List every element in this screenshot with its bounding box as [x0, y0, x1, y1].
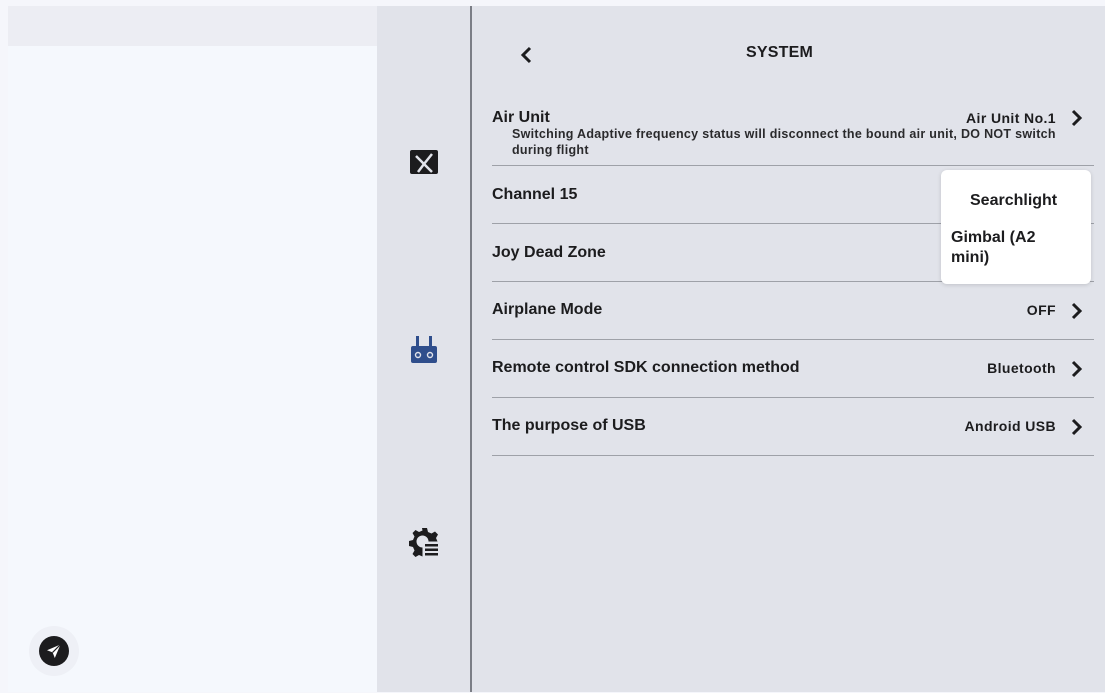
chevron-right-icon [1070, 108, 1084, 128]
channel-function-dropdown: Searchlight Gimbal (A2 mini) [941, 170, 1091, 284]
left-top-bar [8, 6, 377, 46]
airplane-mode-value: OFF [1026, 302, 1056, 318]
rail-item-remote-controller[interactable] [406, 332, 442, 368]
joy-dead-zone-label: Joy Dead Zone [492, 244, 606, 261]
left-pane [8, 6, 377, 692]
channel-label: Channel 15 [492, 186, 578, 203]
rail-item-air-unit[interactable] [406, 144, 442, 180]
page-title: SYSTEM [746, 44, 813, 61]
air-unit-value: Air Unit No.1 [966, 110, 1056, 126]
dropdown-option-searchlight[interactable]: Searchlight [970, 191, 1057, 211]
chevron-right-icon [1070, 359, 1084, 379]
airplane-mode-label: Airplane Mode [492, 301, 603, 318]
gear-list-icon [409, 528, 438, 557]
header: SYSTEM [472, 40, 1105, 76]
sdk-connection-label: Remote control SDK connection method [492, 359, 800, 376]
paper-plane-icon [39, 636, 69, 666]
air-unit-description: Switching Adaptive frequency status will… [512, 127, 1056, 157]
chevron-right-icon [1070, 301, 1084, 321]
sdk-connection-row[interactable]: Remote control SDK connection method Blu… [492, 340, 1094, 398]
category-rail [377, 6, 470, 692]
system-settings-panel: SYSTEM Air Unit Air Unit No.1 Switching … [472, 6, 1105, 692]
usb-purpose-label: The purpose of USB [492, 417, 646, 434]
airplane-video-icon [410, 150, 438, 174]
remote-controller-icon [411, 336, 437, 363]
dropdown-option-gimbal[interactable]: Gimbal (A2 mini) [951, 228, 1061, 268]
usb-purpose-value: Android USB [964, 418, 1056, 434]
usb-purpose-row[interactable]: The purpose of USB Android USB [492, 398, 1094, 456]
send-button[interactable] [29, 626, 79, 676]
airplane-mode-row[interactable]: Airplane Mode OFF [492, 282, 1094, 340]
sdk-connection-value: Bluetooth [987, 360, 1056, 376]
air-unit-label: Air Unit [492, 109, 550, 126]
air-unit-row[interactable]: Air Unit Air Unit No.1 Switching Adaptiv… [492, 108, 1094, 166]
chevron-right-icon [1070, 417, 1084, 437]
rail-item-system[interactable] [406, 524, 442, 560]
